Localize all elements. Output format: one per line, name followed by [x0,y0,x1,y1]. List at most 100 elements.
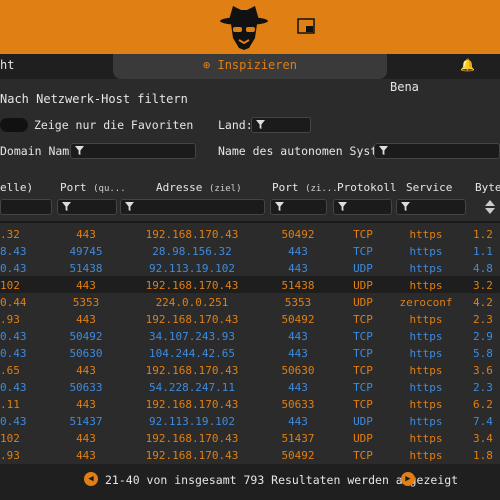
table-row[interactable]: 0.44 5353 224.0.0.251 5353 UDP zeroconf 4.2 K [0,293,500,310]
window-icon[interactable] [297,18,315,34]
table-row[interactable]: 0.43 50633 54.228.247.11 443 TCP https 2.3 K [0,378,500,395]
col-header-label: elle) [0,181,34,194]
table-cell: UDP [353,262,373,275]
table-cell: 6.2 K [473,398,500,411]
table-cell: 3.4 K [473,432,500,445]
table-cell: 192.168.170.43 [145,228,239,241]
table-row[interactable]: 8.43 49745 28.98.156.32 443 TCP https 1.1 K [0,242,500,259]
table-row[interactable]: 0.43 51437 92.113.19.102 443 UDP https 7.4 K [0,412,500,429]
col-header-label: Protokoll [337,181,397,194]
col-header-dst-port[interactable]: Port (zi... [272,181,338,194]
favorites-toggle[interactable] [0,118,28,132]
table-row[interactable]: .32 443 192.168.170.43 50492 TCP https 1.2 K [0,225,500,242]
table-row[interactable]: .93 443 192.168.170.43 50492 TCP https 2.3 K [0,310,500,327]
table-cell: TCP [353,245,373,258]
src-port-filter-input[interactable] [57,199,117,215]
table-cell: https [409,432,443,445]
tab-overview[interactable]: ht [0,54,110,79]
col-header-sub: (ziel) [208,184,242,194]
table-cell: https [409,228,443,241]
table-cell: 443 [288,330,308,343]
table-cell: 2.3 K [473,313,500,326]
table-cell: UDP [353,279,373,292]
top-bar [0,0,500,54]
table-cell: 50492 [281,313,315,326]
sort-icon[interactable] [484,199,496,215]
dst-address-filter-input[interactable] [120,199,265,215]
table-cell: 2.3 K [473,381,500,394]
table-cell: 54.228.247.11 [148,381,236,394]
table-cell: https [409,330,443,343]
tab-overview-label: ht [0,58,15,72]
col-header-src-port[interactable]: Port (qu... [60,181,126,194]
col-header-label: Adresse [156,181,203,194]
table-cell: https [409,415,443,428]
table-cell: https [409,347,443,360]
table-cell: https [409,381,443,394]
source-filter-input[interactable] [0,199,52,215]
table-row[interactable]: 0.43 50630 104.244.42.65 443 TCP https 5.8 K [0,344,500,361]
table-cell: 2.9 K [473,330,500,343]
table-cell: 192.168.170.43 [145,279,239,292]
chevron-right-icon: ▶ [405,474,411,484]
table-cell: 102 [0,432,20,445]
domain-filter-input[interactable] [70,143,196,159]
table-cell: UDP [353,415,373,428]
table-cell: 51438 [281,279,315,292]
table-cell: https [409,398,443,411]
table-cell: 51437 [281,432,315,445]
table-row[interactable]: 0.43 50492 34.107.243.93 443 TCP https 2.9 K [0,327,500,344]
table-cell: 443 [76,364,96,377]
table-cell: 7.4 K [473,415,500,428]
col-header-sub: (qu... [93,184,126,194]
col-header-protocol[interactable]: Protokoll [337,181,397,194]
protocol-filter-input[interactable] [333,199,392,215]
table-cell: 0.43 [0,415,27,428]
table-cell: 8.43 [0,245,27,258]
table-cell: 34.107.243.93 [148,330,236,343]
next-page-button[interactable]: ▶ [401,472,415,486]
table-cell: 50630 [69,347,103,360]
table-cell: 443 [76,279,96,292]
header-separator [0,221,500,223]
col-header-service[interactable]: Service [406,181,452,194]
table-cell: 0.43 [0,330,27,343]
table-cell: 192.168.170.43 [145,313,239,326]
table-cell: 443 [288,245,308,258]
col-header-bytes[interactable]: Byte [475,181,500,194]
table-row[interactable]: .65 443 192.168.170.43 50630 TCP https 3.6 K [0,361,500,378]
table-cell: 104.244.42.65 [148,347,236,360]
col-header-source[interactable]: elle) [0,181,33,194]
col-header-dst-address[interactable]: Adresse (ziel) [156,181,242,194]
table-cell: 28.98.156.32 [152,245,232,258]
service-filter-input[interactable] [396,199,466,215]
table-cell: 443 [76,449,96,462]
country-label: Land: [218,118,253,132]
funnel-icon [125,202,134,211]
as-filter-input[interactable] [374,143,500,159]
table-cell: 443 [288,381,308,394]
table-row[interactable]: .93 443 192.168.170.43 50492 TCP https 1.8 K [0,446,500,463]
country-filter-input[interactable] [251,117,311,133]
table-cell: TCP [353,449,373,462]
table-cell: 92.113.19.102 [148,415,236,428]
table-cell: 5353 [72,296,100,309]
table-cell: 4.8 K [473,262,500,275]
table-cell: 192.168.170.43 [145,398,239,411]
table-cell: TCP [353,381,373,394]
tab-notifications[interactable]: 🔔 Bena [390,54,500,94]
table-cell: 3.6 K [473,364,500,377]
table-cell: .65 [0,364,20,377]
table-row[interactable]: .11 443 192.168.170.43 50633 TCP https 6.2 K [0,395,500,412]
table-cell: 1.1 K [473,245,500,258]
funnel-icon [62,202,71,211]
table-row[interactable]: 102 443 192.168.170.43 51437 UDP https 3.4 K [0,429,500,446]
table-row[interactable]: 0.43 51438 92.113.19.102 443 UDP https 4.8 K [0,259,500,276]
table-row[interactable]: 102 443 192.168.170.43 51438 UDP https 3.2 K [0,276,500,293]
dst-port-filter-input[interactable] [270,199,327,215]
funnel-icon [256,120,265,129]
tab-inspect[interactable]: ⊕ Inspizieren [113,54,387,79]
prev-page-button[interactable]: ◀ [84,472,98,486]
table-cell: TCP [353,330,373,343]
table-cell: .93 [0,313,20,326]
